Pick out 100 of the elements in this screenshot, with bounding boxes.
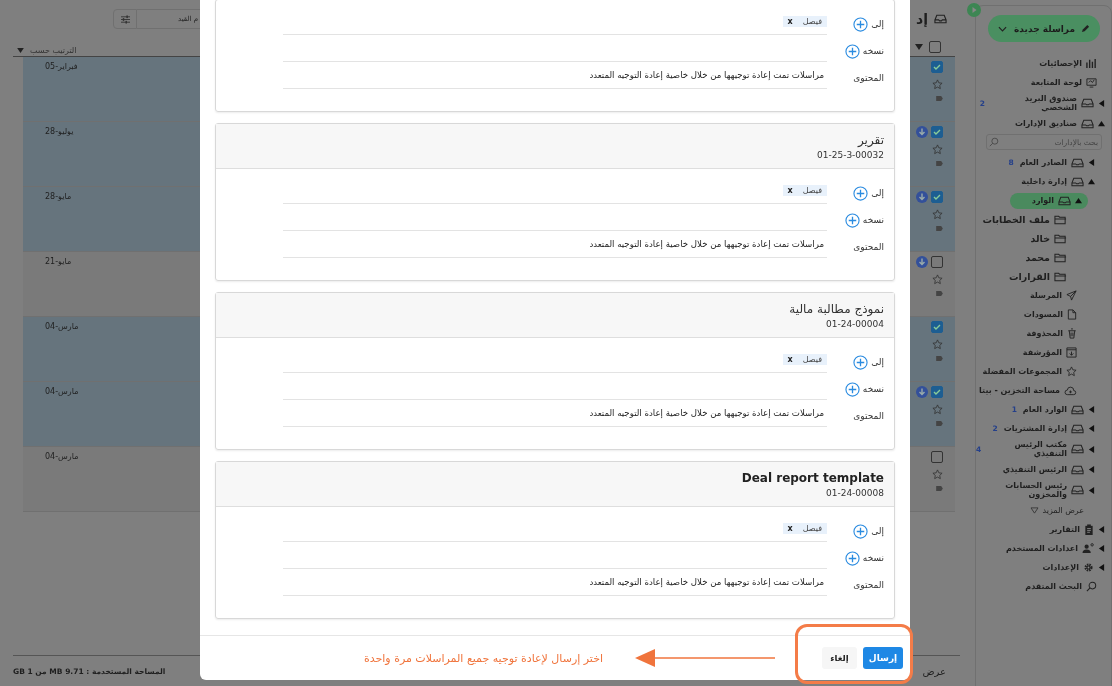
- search-icon: [989, 137, 999, 147]
- sidebar-item[interactable]: إدارة داخلية: [1018, 174, 1098, 189]
- remove-button[interactable]: x: [787, 354, 793, 364]
- star-icon[interactable]: [932, 209, 943, 220]
- sort-dropdown[interactable]: الترتيب حسب: [13, 46, 77, 56]
- select-all-checkbox[interactable]: [929, 41, 941, 53]
- add-icon[interactable]: [844, 381, 860, 397]
- add-icon[interactable]: [853, 185, 869, 201]
- folder-icon: [1054, 233, 1067, 244]
- checkbox[interactable]: [931, 191, 943, 203]
- add-icon[interactable]: [844, 43, 860, 59]
- card-title: Deal report template: [741, 470, 884, 485]
- inbox-tray-icon: [1081, 118, 1094, 129]
- flag-icon[interactable]: [936, 96, 943, 101]
- inbox-tray-icon: [1071, 157, 1084, 168]
- sidebar-item[interactable]: المحذوفة: [1023, 326, 1080, 341]
- sidebar-item[interactable]: الوارد العام: [1019, 402, 1098, 417]
- folder-icon: [1054, 252, 1067, 263]
- content-field[interactable]: مراسلات تمت إعادة توجيهها من خلال خاصية إعادة التوجيه المتعدد: [283, 400, 827, 427]
- sidebar-item[interactable]: الرئيس التنفيذي: [999, 462, 1098, 477]
- inbox-tray-icon: [1071, 444, 1084, 454]
- remove-button[interactable]: x: [787, 185, 793, 195]
- add-icon[interactable]: [844, 212, 860, 228]
- sidebar-item[interactable]: مساحة التخزين - بيتا: [976, 383, 1080, 398]
- inbox-tray-icon: [1058, 195, 1071, 206]
- sidebar-item[interactable]: الإحصائيات: [1036, 56, 1100, 71]
- tag-label: فيصل: [802, 523, 822, 533]
- field-label: إلى: [871, 357, 884, 367]
- chevron-icon: [998, 25, 1007, 32]
- star-icon[interactable]: [932, 339, 943, 350]
- sidebar-item[interactable]: إدارة المشتريات: [1000, 421, 1098, 436]
- add-icon[interactable]: [853, 16, 869, 32]
- sidebar-item[interactable]: المرسلة: [1026, 288, 1080, 303]
- remove-button[interactable]: x: [787, 16, 793, 26]
- flag-icon[interactable]: [936, 486, 943, 491]
- star-icon[interactable]: [932, 144, 943, 155]
- flag-icon[interactable]: [936, 356, 943, 361]
- sidebar-item[interactable]: مكتب الرئيس التنفيذي: [984, 438, 1098, 460]
- field-label: نسخه: [862, 215, 884, 225]
- sidebar-item[interactable]: اعدادات المستخدم: [1003, 541, 1108, 556]
- sidebar-item[interactable]: الإعدادات: [1039, 560, 1108, 575]
- triangle-icon: [1030, 507, 1040, 514]
- checkbox[interactable]: [931, 61, 943, 73]
- content-field[interactable]: مراسلات تمت إعادة توجيهها من خلال خاصية إعادة التوجيه المتعدد: [283, 231, 827, 258]
- sidebar-item[interactable]: البحث المتقدم: [1022, 579, 1100, 594]
- checkbox[interactable]: [931, 386, 943, 398]
- cancel-button[interactable]: إلغاء: [822, 647, 857, 669]
- sidebar-item[interactable]: رئيس الحسابات والمخزون: [978, 479, 1098, 501]
- download-icon[interactable]: [916, 386, 928, 398]
- checkbox[interactable]: [931, 321, 943, 333]
- view-label: عرض: [922, 665, 947, 677]
- download-icon[interactable]: [916, 256, 928, 268]
- sidebar-item[interactable]: ملف الخطابات: [979, 212, 1070, 227]
- checkbox[interactable]: [931, 256, 943, 268]
- star-icon[interactable]: [932, 274, 943, 285]
- send-button[interactable]: إرسال: [863, 647, 903, 669]
- new-message-button[interactable]: مراسلة جديدة: [988, 15, 1100, 42]
- field-label: إلى: [871, 188, 884, 198]
- content-field[interactable]: مراسلات تمت إعادة توجيهها من خلال خاصية إعادة التوجيه المتعدد: [283, 569, 827, 596]
- paper-plane-icon: [1066, 290, 1077, 301]
- search-icon: [1086, 581, 1097, 592]
- flag-icon[interactable]: [936, 161, 943, 166]
- field-label: إلى: [871, 526, 884, 536]
- sidebar-item[interactable]: خالد: [1027, 231, 1070, 246]
- star-icon[interactable]: [932, 79, 943, 90]
- sidebar-item[interactable]: القرارات: [1005, 269, 1070, 284]
- date-label: 28-مايو: [44, 191, 72, 201]
- sidebar-item[interactable]: صندوق البريد الشخصي: [988, 92, 1108, 114]
- field-label: نسخه: [862, 46, 884, 56]
- download-icon[interactable]: [916, 191, 928, 203]
- sidebar-item[interactable]: المسودات: [1020, 307, 1080, 322]
- remove-button[interactable]: x: [787, 523, 793, 533]
- sidebar-item[interactable]: المجموعات المفضلة: [979, 364, 1080, 379]
- flag-icon[interactable]: [936, 421, 943, 426]
- flag-icon[interactable]: [936, 226, 943, 231]
- sidebar-item[interactable]: المؤرشفة: [1019, 345, 1080, 360]
- date-label: 05-فبراير: [44, 61, 78, 71]
- content-field[interactable]: مراسلات تمت إعادة توجيهها من خلال خاصية إعادة التوجيه المتعدد: [283, 62, 827, 89]
- flag-icon[interactable]: [936, 291, 943, 296]
- sidebar-item[interactable]: محمد: [1022, 250, 1070, 265]
- checkbox[interactable]: [931, 126, 943, 138]
- document-icon: [1067, 309, 1077, 320]
- add-icon[interactable]: [853, 354, 869, 370]
- field-label: إلى: [871, 19, 884, 29]
- star-icon[interactable]: [932, 469, 943, 480]
- reference-number: 01-24-00004: [825, 318, 884, 329]
- add-icon[interactable]: [853, 523, 869, 539]
- sidebar-item[interactable]: لوحة المتابعة: [1027, 75, 1100, 90]
- filter-button[interactable]: [113, 9, 137, 29]
- add-icon[interactable]: [844, 550, 860, 566]
- sidebar-item[interactable]: الصادر العام: [1016, 155, 1098, 170]
- star-icon[interactable]: [932, 404, 943, 415]
- field-label: المحتوى: [853, 580, 884, 590]
- sidebar-item[interactable]: التقارير: [1046, 522, 1108, 537]
- sidebar-item[interactable]: صناديق الإدارات: [1011, 116, 1108, 131]
- show-more-link[interactable]: عرض المزيد: [1030, 504, 1084, 517]
- download-icon[interactable]: [916, 126, 928, 138]
- field-label: المحتوى: [853, 242, 884, 252]
- sidebar-item[interactable]: الوارد: [1009, 192, 1088, 209]
- checkbox[interactable]: [931, 451, 943, 463]
